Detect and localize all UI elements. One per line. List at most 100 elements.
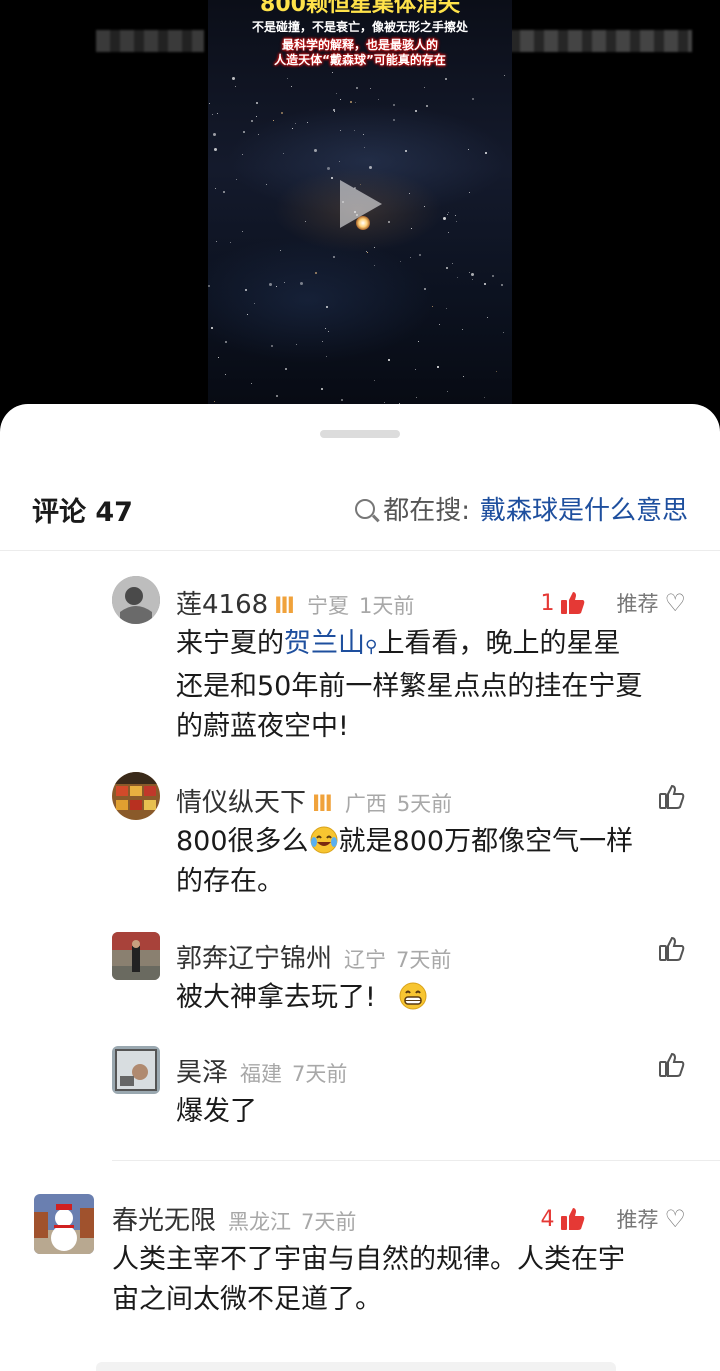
star-dot xyxy=(409,193,410,194)
username[interactable]: 莲4168 xyxy=(176,584,268,621)
username[interactable]: 郭奔辽宁锦州 xyxy=(176,938,332,975)
star-dot xyxy=(208,285,210,287)
avatar-photo-icon xyxy=(112,1046,160,1094)
trending-search[interactable]: 都在搜: 戴森球是什么意思 xyxy=(355,490,688,527)
comment-line: 被大神拿去玩了! xyxy=(176,982,376,1013)
comment-actions xyxy=(658,1052,686,1078)
star-dot xyxy=(384,402,385,403)
search-keyword-icon: ⚲ xyxy=(365,637,378,657)
star-dot xyxy=(341,399,343,401)
star-dot xyxy=(333,256,335,258)
star-dot xyxy=(242,154,243,155)
comment-fragment: 上看看，晚上的星星 xyxy=(377,628,621,659)
star-dot xyxy=(388,359,390,361)
search-term-link[interactable]: 戴森球是什么意思 xyxy=(480,490,688,527)
star-dot xyxy=(258,134,259,135)
username[interactable]: 春光无限 xyxy=(112,1200,216,1237)
star-dot xyxy=(287,78,288,79)
comments-title: 评论 47 xyxy=(32,497,133,528)
star-dot xyxy=(469,192,470,193)
star-dot xyxy=(446,267,448,269)
comment-text: 来宁夏的贺兰山⚲上看看，晚上的星星 还是和50年前一样繁星点点的挂在宁夏 的蔚蓝… xyxy=(176,624,696,747)
star-dot xyxy=(325,328,326,329)
video-caption-line1: 最科学的解释，也是最骇人的 xyxy=(281,38,438,52)
thumbs-up-filled-icon[interactable] xyxy=(560,1207,586,1231)
star-dot xyxy=(437,366,439,368)
star-dot xyxy=(424,87,425,88)
avatar-snowman-icon xyxy=(34,1194,94,1254)
comment-text: 800很多么 就是800万都像空气一样 的存在。 xyxy=(176,822,696,902)
star-dot xyxy=(469,272,470,273)
comment-fragment: 来宁夏的 xyxy=(176,628,284,659)
star-dot xyxy=(326,306,328,308)
heart-icon[interactable]: ♡ xyxy=(664,589,686,617)
video-area[interactable]: 800颗恒星集体消失 不是碰撞，不是衰亡，像被无形之手擦处 最科学的解释，也是最… xyxy=(0,0,720,420)
avatar[interactable] xyxy=(112,576,160,624)
star-dot xyxy=(291,86,292,87)
star-dot xyxy=(363,134,364,135)
star-dot xyxy=(424,206,425,207)
star-dot xyxy=(334,111,335,112)
thumbs-up-icon[interactable] xyxy=(658,1052,686,1078)
star-dot xyxy=(225,341,227,343)
username[interactable]: 情仪纵天下 xyxy=(176,782,306,819)
star-dot xyxy=(410,257,411,258)
thumbs-up-filled-icon[interactable] xyxy=(560,591,586,615)
avatar[interactable] xyxy=(112,1046,160,1094)
star-dot xyxy=(487,317,488,318)
recommend-label[interactable]: 推荐 xyxy=(616,1204,658,1234)
star-dot xyxy=(484,397,485,398)
recommend-label[interactable]: 推荐 xyxy=(616,588,658,618)
star-dot xyxy=(284,282,285,283)
star-dot xyxy=(214,148,217,151)
thumbs-up-icon[interactable] xyxy=(658,784,686,810)
star-dot xyxy=(501,284,503,286)
search-keyword-link[interactable]: 贺兰山 xyxy=(284,628,365,659)
comment-line: 的蔚蓝夜空中! xyxy=(176,711,349,742)
star-dot xyxy=(439,324,440,325)
star-dot xyxy=(321,388,323,390)
vip-badge-icon: Ⅲ xyxy=(274,594,295,619)
star-dot xyxy=(281,112,283,114)
avatar[interactable] xyxy=(112,772,160,820)
star-dot xyxy=(331,177,333,179)
search-icon xyxy=(355,498,376,519)
timestamp: 7天前 xyxy=(292,1062,348,1086)
heart-icon[interactable]: ♡ xyxy=(664,1205,686,1233)
star-dot xyxy=(269,283,272,286)
grin-emoji-icon xyxy=(399,982,427,1010)
star-dot xyxy=(369,166,372,169)
region: 辽宁 xyxy=(344,948,387,972)
comment-text: 人类主宰不了宇宙与自然的规律。人类在宇 宙之间太微不足道了。 xyxy=(112,1240,702,1320)
drag-handle[interactable] xyxy=(320,430,400,438)
star-dot xyxy=(354,130,355,131)
star-dot xyxy=(307,122,308,123)
star-dot xyxy=(315,272,317,274)
star-dot xyxy=(364,147,365,148)
divider xyxy=(112,1160,720,1161)
star-dot xyxy=(225,374,226,375)
play-icon[interactable] xyxy=(340,180,382,228)
comment-header: 莲4168 Ⅲ 宁夏 1天前 xyxy=(176,584,414,621)
star-dot xyxy=(251,120,253,122)
star-dot xyxy=(471,273,474,276)
avatar[interactable] xyxy=(112,932,160,980)
star-dot xyxy=(340,99,341,100)
avatar[interactable] xyxy=(34,1194,94,1254)
star-dot xyxy=(217,113,218,114)
avatar-photo-icon xyxy=(112,932,160,980)
star-dot xyxy=(211,327,213,329)
star-dot xyxy=(448,232,449,233)
region: 福建 xyxy=(240,1062,283,1086)
timestamp: 7天前 xyxy=(301,1210,357,1234)
comment-header: 郭奔辽宁锦州 辽宁 7天前 xyxy=(176,938,451,975)
username[interactable]: 昊泽 xyxy=(176,1052,228,1089)
comments-sheet: 评论 47 都在搜: 戴森球是什么意思 莲4168 Ⅲ 宁夏 1天前 1 推荐 … xyxy=(0,404,720,1371)
laugh-cry-emoji-icon xyxy=(310,826,338,854)
star-dot xyxy=(393,119,395,121)
star-dot xyxy=(251,383,252,384)
region: 黑龙江 xyxy=(228,1210,292,1234)
star-dot xyxy=(405,150,407,152)
thumbs-up-icon[interactable] xyxy=(658,936,686,962)
star-dot xyxy=(212,114,213,115)
